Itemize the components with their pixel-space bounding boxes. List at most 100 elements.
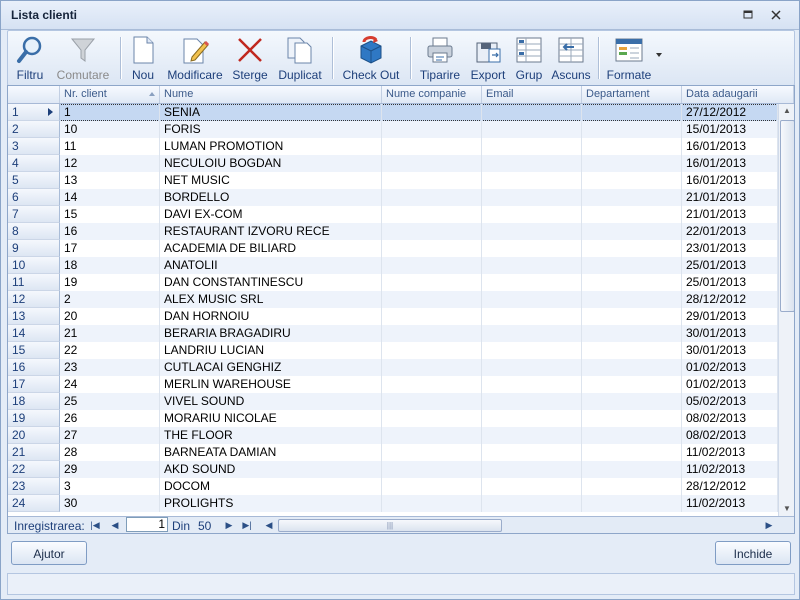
cell-date-added[interactable]: 27/12/2012 (682, 104, 778, 121)
cell-department[interactable] (582, 240, 682, 257)
filter-button[interactable]: Filtru (10, 33, 50, 83)
cell-client-number[interactable]: 18 (60, 257, 160, 274)
table-row[interactable]: 6 14 BORDELLO 21/01/2013 (8, 189, 778, 206)
cell-email[interactable] (482, 461, 582, 478)
table-row[interactable]: 24 30 PROLIGHTS 11/02/2013 (8, 495, 778, 512)
duplicate-button[interactable]: Duplicat (274, 33, 326, 83)
cell-company-name[interactable] (382, 291, 482, 308)
cell-client-number[interactable]: 22 (60, 342, 160, 359)
cell-date-added[interactable]: 25/01/2013 (682, 257, 778, 274)
cell-date-added[interactable]: 11/02/2013 (682, 444, 778, 461)
cell-name[interactable]: BERARIA BRAGADIRU (160, 325, 382, 342)
cell-department[interactable] (582, 274, 682, 291)
row-number[interactable]: 14 (8, 325, 60, 342)
cell-company-name[interactable] (382, 478, 482, 495)
cell-date-added[interactable]: 01/02/2013 (682, 359, 778, 376)
cell-email[interactable] (482, 206, 582, 223)
row-number[interactable]: 18 (8, 393, 60, 410)
row-number[interactable]: 11 (8, 274, 60, 291)
cell-client-number[interactable]: 19 (60, 274, 160, 291)
cell-company-name[interactable] (382, 104, 482, 121)
row-number[interactable]: 10 (8, 257, 60, 274)
scroll-down-icon[interactable]: ▼ (779, 502, 794, 516)
cell-department[interactable] (582, 410, 682, 427)
cell-name[interactable]: DAN HORNOIU (160, 308, 382, 325)
cell-company-name[interactable] (382, 444, 482, 461)
cell-department[interactable] (582, 495, 682, 512)
cell-date-added[interactable]: 22/01/2013 (682, 223, 778, 240)
cell-department[interactable] (582, 121, 682, 138)
cell-company-name[interactable] (382, 410, 482, 427)
help-button[interactable]: Ajutor (11, 541, 87, 565)
table-row[interactable]: 10 18 ANATOLII 25/01/2013 (8, 257, 778, 274)
table-row[interactable]: 21 28 BARNEATA DAMIAN 11/02/2013 (8, 444, 778, 461)
cell-date-added[interactable]: 11/02/2013 (682, 461, 778, 478)
cell-client-number[interactable]: 30 (60, 495, 160, 512)
cell-name[interactable]: VIVEL SOUND (160, 393, 382, 410)
cell-date-added[interactable]: 08/02/2013 (682, 410, 778, 427)
cell-department[interactable] (582, 461, 682, 478)
cell-department[interactable] (582, 444, 682, 461)
cell-name[interactable]: NET MUSIC (160, 172, 382, 189)
cell-name[interactable]: ALEX MUSIC SRL (160, 291, 382, 308)
cell-department[interactable] (582, 478, 682, 495)
table-row[interactable]: 11 19 DAN CONSTANTINESCU 25/01/2013 (8, 274, 778, 291)
cell-department[interactable] (582, 172, 682, 189)
scroll-up-icon[interactable]: ▲ (779, 104, 794, 118)
cell-email[interactable] (482, 104, 582, 121)
table-row[interactable]: 12 2 ALEX MUSIC SRL 28/12/2012 (8, 291, 778, 308)
scroll-right-icon[interactable]: ▶ (762, 518, 776, 532)
row-number[interactable]: 23 (8, 478, 60, 495)
cell-email[interactable] (482, 427, 582, 444)
row-number[interactable]: 6 (8, 189, 60, 206)
cell-name[interactable]: DAVI EX-COM (160, 206, 382, 223)
cell-client-number[interactable]: 26 (60, 410, 160, 427)
cell-email[interactable] (482, 478, 582, 495)
cell-date-added[interactable]: 23/01/2013 (682, 240, 778, 257)
cell-department[interactable] (582, 325, 682, 342)
vertical-scrollbar[interactable]: ▲ ▼ (778, 104, 794, 516)
last-record-icon[interactable]: ▶| (240, 518, 254, 532)
cell-name[interactable]: RESTAURANT IZVORU RECE (160, 223, 382, 240)
row-number[interactable]: 15 (8, 342, 60, 359)
vertical-scroll-thumb[interactable] (780, 120, 794, 312)
scroll-left-icon[interactable]: ◀ (262, 518, 276, 532)
cell-client-number[interactable]: 14 (60, 189, 160, 206)
table-row[interactable]: 23 3 DOCOM 28/12/2012 (8, 478, 778, 495)
column-header-client-number[interactable]: Nr. client (60, 86, 160, 103)
table-row[interactable]: 4 12 NECULOIU BOGDAN 16/01/2013 (8, 155, 778, 172)
cell-email[interactable] (482, 223, 582, 240)
export-button[interactable]: Export (468, 33, 508, 83)
table-row[interactable]: 2 10 FORIS 15/01/2013 (8, 121, 778, 138)
close-window-icon[interactable] (769, 9, 783, 21)
cell-name[interactable]: NECULOIU BOGDAN (160, 155, 382, 172)
column-header-company-name[interactable]: Nume companie (382, 86, 482, 103)
row-number[interactable]: 24 (8, 495, 60, 512)
column-header-name[interactable]: Nume (160, 86, 382, 103)
cell-email[interactable] (482, 342, 582, 359)
cell-company-name[interactable] (382, 308, 482, 325)
cell-date-added[interactable]: 16/01/2013 (682, 172, 778, 189)
cell-name[interactable]: ACADEMIA DE BILIARD (160, 240, 382, 257)
cell-department[interactable] (582, 342, 682, 359)
cell-company-name[interactable] (382, 274, 482, 291)
formats-dropdown[interactable] (654, 33, 664, 83)
cell-name[interactable]: PROLIGHTS (160, 495, 382, 512)
cell-company-name[interactable] (382, 376, 482, 393)
cell-email[interactable] (482, 155, 582, 172)
row-number[interactable]: 5 (8, 172, 60, 189)
table-row[interactable]: 14 21 BERARIA BRAGADIRU 30/01/2013 (8, 325, 778, 342)
cell-name[interactable]: MORARIU NICOLAE (160, 410, 382, 427)
cell-department[interactable] (582, 308, 682, 325)
cell-name[interactable]: LANDRIU LUCIAN (160, 342, 382, 359)
cell-name[interactable]: BARNEATA DAMIAN (160, 444, 382, 461)
cell-department[interactable] (582, 155, 682, 172)
cell-client-number[interactable]: 13 (60, 172, 160, 189)
row-number[interactable]: 22 (8, 461, 60, 478)
cell-company-name[interactable] (382, 495, 482, 512)
row-number[interactable]: 12 (8, 291, 60, 308)
row-number[interactable]: 3 (8, 138, 60, 155)
cell-name[interactable]: LUMAN PROMOTION (160, 138, 382, 155)
cell-department[interactable] (582, 223, 682, 240)
cell-department[interactable] (582, 189, 682, 206)
